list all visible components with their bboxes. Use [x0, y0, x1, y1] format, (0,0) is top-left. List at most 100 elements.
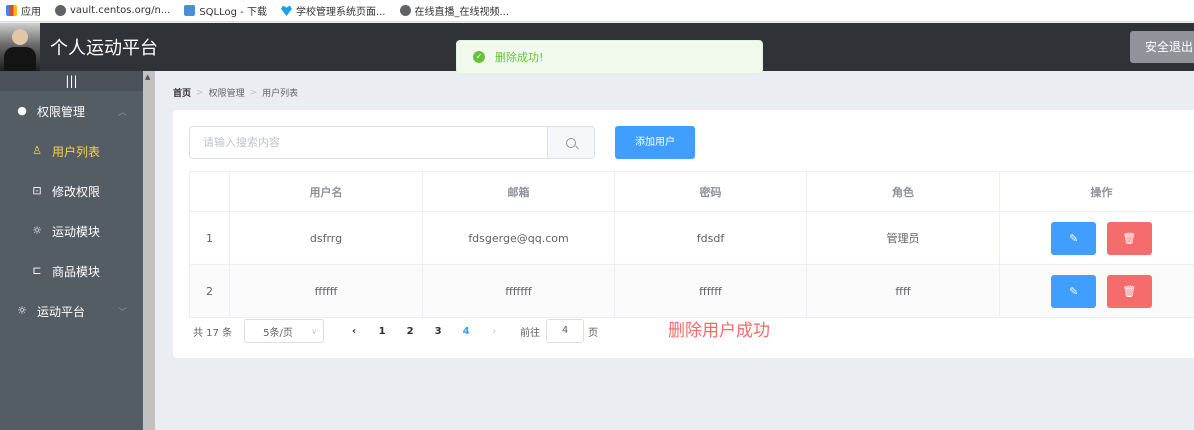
goto-page-input[interactable]: 4 — [546, 319, 585, 343]
user-icon: ● — [17, 104, 27, 117]
column-header: 操作 — [999, 171, 1194, 212]
prev-page-button[interactable]: ‹ — [340, 326, 368, 337]
sidebar-item-label: 修改权限 — [52, 184, 101, 199]
sidebar-item-label: 运动模块 — [52, 224, 101, 239]
column-header: 角色 — [806, 171, 1000, 212]
breadcrumb: 首页 > 权限管理 > 用户列表 — [173, 86, 299, 100]
sidebar-item-label: 用户列表 — [52, 144, 101, 159]
page-size-select[interactable]: 5条/页 ∨ — [244, 319, 325, 343]
sidebar-item-sports-platform[interactable]: ☼ 运动平台 ﹀ — [0, 291, 143, 331]
table-row: 2 ffffff fffffff ffffff ffff ✎ 🗑 — [189, 264, 1194, 318]
trash-icon: 🗑 — [1122, 284, 1137, 298]
chevron-down-icon: ﹀ — [118, 307, 128, 318]
globe-icon — [55, 5, 66, 16]
column-header: 邮箱 — [422, 171, 615, 212]
sidebar-item-modify-permissions[interactable]: ⊡ 修改权限 — [0, 171, 143, 211]
cell-email: fffffff — [422, 264, 615, 318]
search-box — [189, 126, 595, 159]
cell-actions: ✎ 🗑 — [999, 264, 1194, 318]
logout-button[interactable]: 安全退出 — [1130, 31, 1194, 63]
toast-message: 删除成功! — [495, 51, 544, 64]
table-row: 1 dsfrrg fdsgerge@qq.com fdsdf 管理员 ✎ 🗑 — [189, 211, 1194, 265]
status-message: 删除用户成功 — [668, 321, 770, 341]
cell-role: ffff — [806, 264, 1000, 318]
avatar — [0, 23, 40, 71]
sidebar: ||| ● 权限管理 ︿ ♙ 用户列表 ⊡ 修改权限 ☼ 运动模块 ⊏ 商品模块… — [0, 71, 143, 430]
next-page-button[interactable]: › — [480, 326, 508, 337]
row-index: 1 — [189, 211, 230, 265]
sun-icon: ☼ — [17, 304, 27, 317]
lock-icon: ⊡ — [32, 184, 42, 197]
sidebar-item-goods-module[interactable]: ⊏ 商品模块 — [0, 251, 143, 291]
sidebar-item-label: 商品模块 — [52, 264, 101, 279]
bookmark-sqllog[interactable]: SQLLog - 下载 — [184, 3, 267, 18]
success-toast: ✓ 删除成功! — [456, 40, 763, 74]
search-button[interactable] — [547, 127, 594, 158]
content-card: 添加用户 用户名 邮箱 密码 角色 操作 1 dsfrrg fdsgerge@q… — [173, 110, 1194, 358]
bookmark-label: 在线直播_在线视频... — [414, 7, 510, 18]
edit-button[interactable]: ✎ — [1051, 221, 1097, 255]
chevron-down-icon: ∨ — [311, 326, 318, 336]
cell-password: fdsdf — [614, 211, 807, 265]
heart-icon — [280, 5, 292, 16]
apps-icon — [6, 5, 17, 16]
sidebar-item-sports-module[interactable]: ☼ 运动模块 — [0, 211, 143, 251]
sidebar-item-user-list[interactable]: ♙ 用户列表 — [0, 131, 143, 171]
chevron-up-icon: ︿ — [118, 107, 128, 118]
edit-icon: ✎ — [1069, 284, 1079, 298]
pagination: 共 17 条 5条/页 ∨ ‹ 1 2 3 4 › 前往 4 页 — [193, 316, 598, 346]
cell-actions: ✎ 🗑 — [999, 211, 1194, 265]
check-circle-icon: ✓ — [473, 51, 485, 63]
search-icon — [566, 137, 576, 148]
breadcrumb-separator-icon: > — [249, 87, 258, 98]
trash-icon: 🗑 — [1122, 231, 1137, 245]
cell-email: fdsgerge@qq.com — [422, 211, 615, 265]
column-header: 用户名 — [229, 171, 423, 212]
bookmark-live[interactable]: 在线直播_在线视频... — [399, 3, 510, 18]
sidebar-scrollbar[interactable]: ▲ — [143, 71, 155, 430]
search-input[interactable] — [190, 127, 548, 158]
cell-role: 管理员 — [806, 211, 1000, 265]
bookmark-vault[interactable]: vault.centos.org/n... — [55, 5, 170, 16]
page-number-current[interactable]: 4 — [452, 326, 480, 337]
page-number[interactable]: 3 — [424, 326, 452, 337]
page-number[interactable]: 1 — [368, 326, 396, 337]
sidebar-item-permissions[interactable]: ● 权限管理 ︿ — [0, 91, 143, 131]
edit-button[interactable]: ✎ — [1051, 274, 1097, 308]
breadcrumb-home[interactable]: 首页 — [173, 86, 191, 99]
person-icon: ♙ — [32, 144, 42, 157]
page-size-value: 5条/页 — [263, 327, 293, 339]
sun-icon: ☼ — [32, 224, 42, 237]
sidebar-item-label: 运动平台 — [37, 304, 86, 319]
delete-button[interactable]: 🗑 — [1106, 274, 1152, 308]
breadcrumb-item: 权限管理 — [208, 89, 245, 99]
breadcrumb-current: 用户列表 — [262, 89, 299, 99]
breadcrumb-separator-icon: > — [196, 87, 204, 98]
edit-icon: ✎ — [1069, 231, 1079, 245]
sidebar-item-label: 权限管理 — [37, 104, 86, 119]
app-title: 个人运动平台 — [50, 38, 158, 58]
bookmark-label: SQLLog - 下载 — [199, 7, 267, 18]
sqllog-icon — [184, 5, 196, 16]
bookmark-label: vault.centos.org/n... — [70, 5, 171, 16]
cell-password: ffffff — [614, 264, 807, 318]
goto-label: 前往 — [520, 327, 541, 339]
cell-username: ffffff — [229, 264, 423, 318]
page-number[interactable]: 2 — [396, 326, 424, 337]
page-unit-label: 页 — [588, 327, 599, 339]
bookmark-apps[interactable]: 应用 — [6, 3, 41, 18]
bag-icon: ⊏ — [32, 264, 42, 277]
collapse-toggle[interactable]: ||| — [0, 71, 143, 91]
bookmark-school[interactable]: 学校管理系统页面... — [280, 3, 386, 18]
column-header — [189, 171, 230, 212]
delete-button[interactable]: 🗑 — [1106, 221, 1152, 255]
cell-username: dsfrrg — [229, 211, 423, 265]
add-user-button[interactable]: 添加用户 — [615, 126, 695, 159]
user-table: 用户名 邮箱 密码 角色 操作 1 dsfrrg fdsgerge@qq.com… — [189, 171, 1194, 318]
bookmark-label: 学校管理系统页面... — [295, 7, 386, 18]
bookmark-label: 应用 — [21, 7, 41, 18]
row-index: 2 — [189, 264, 230, 318]
pagination-total: 共 17 条 — [193, 327, 233, 339]
table-header-row: 用户名 邮箱 密码 角色 操作 — [189, 171, 1194, 212]
scroll-up-icon[interactable]: ▲ — [145, 73, 150, 81]
